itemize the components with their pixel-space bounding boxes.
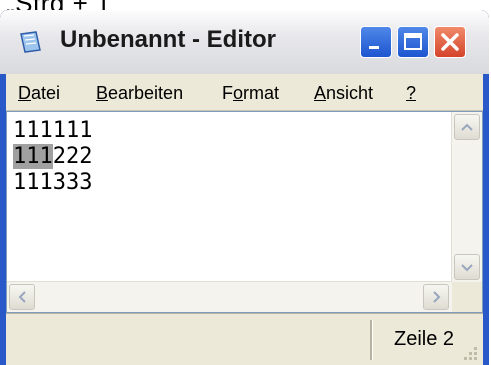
text-line-2-rest: 222	[52, 144, 93, 169]
window-title: Unbenannt - Editor	[60, 26, 276, 53]
status-divider	[370, 320, 373, 360]
scroll-left-button[interactable]	[9, 284, 35, 310]
menu-item-format[interactable]: Format	[222, 83, 279, 104]
chevron-down-icon	[461, 264, 473, 272]
menu-item-help[interactable]: ?	[406, 83, 416, 104]
title-bar[interactable]: Unbenannt - Editor	[0, 10, 489, 74]
resize-grip-icon[interactable]	[459, 342, 479, 362]
maximize-icon	[404, 33, 422, 50]
close-icon	[441, 33, 459, 51]
menu-bar: Datei Bearbeiten Format Ansicht ?	[6, 74, 483, 111]
text-content[interactable]: 111111 111222 111333	[13, 118, 93, 196]
text-editor[interactable]: 111111 111222 111333	[6, 111, 483, 313]
chevron-left-icon	[18, 291, 26, 303]
notepad-icon[interactable]	[18, 30, 44, 54]
minimize-button[interactable]	[360, 26, 392, 58]
notepad-window: Unbenannt - Editor Datei Bearbeiten Form…	[0, 10, 489, 365]
menu-item-bearbeiten[interactable]: Bearbeiten	[96, 83, 183, 104]
close-button[interactable]	[434, 26, 466, 58]
menu-item-ansicht[interactable]: Ansicht	[314, 83, 373, 104]
menu-item-datei[interactable]: Datei	[18, 83, 60, 104]
scroll-up-button[interactable]	[454, 114, 480, 140]
status-line-indicator: Zeile 2	[394, 328, 455, 350]
window-frame-right	[483, 74, 489, 365]
chevron-up-icon	[461, 123, 473, 131]
text-line-1: 111111	[13, 118, 93, 143]
minimize-icon	[369, 46, 379, 49]
status-bar: Zeile 2	[6, 313, 483, 365]
vertical-scrollbar[interactable]	[451, 112, 482, 282]
selected-text: 111	[13, 144, 53, 169]
scroll-down-button[interactable]	[454, 254, 480, 280]
chevron-right-icon	[433, 291, 441, 303]
horizontal-scrollbar[interactable]	[7, 281, 452, 312]
maximize-button[interactable]	[397, 26, 429, 58]
scroll-right-button[interactable]	[423, 284, 449, 310]
text-line-3: 111333	[13, 170, 93, 195]
scrollbar-corner	[452, 282, 482, 312]
